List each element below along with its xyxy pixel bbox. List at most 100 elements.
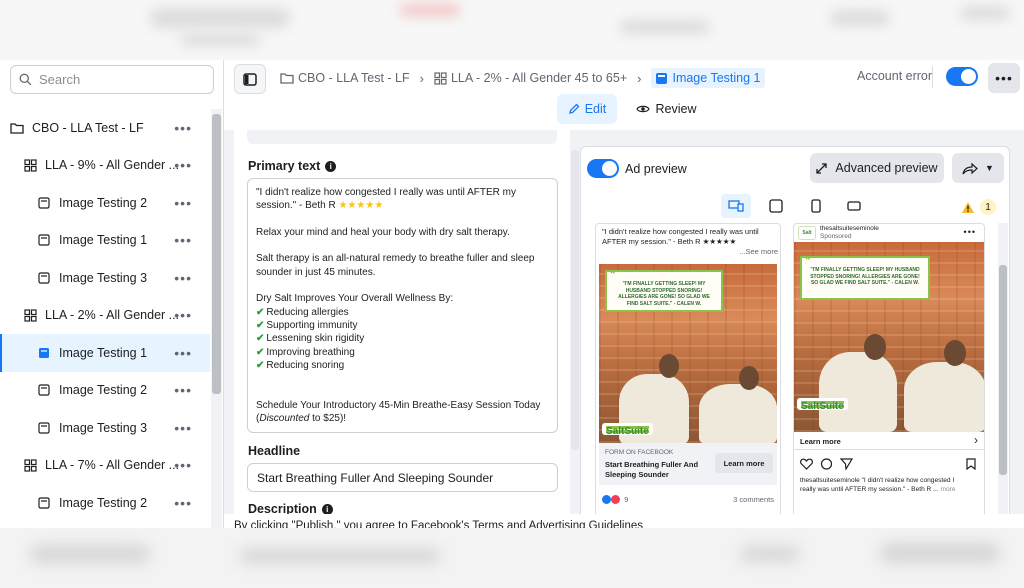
ad-icon xyxy=(37,496,51,510)
headline-value: Start Breathing Fuller And Sleeping Soun… xyxy=(257,470,494,485)
sidebar-item-ad[interactable]: Image Testing 3 ••• xyxy=(0,259,210,297)
ad-editor-panel: Primary text i "I didn't realize how con… xyxy=(234,130,570,528)
ig-account-name[interactable]: thesaltsuiteseminole xyxy=(820,225,879,233)
previous-field xyxy=(247,130,557,144)
text-line: Salt therapy is an all-natural remedy to… xyxy=(256,253,535,265)
facebook-feed-preview[interactable]: "I didn't realize how congested I really… xyxy=(595,223,781,527)
sidebar-item-adset[interactable]: LLA - 2% - All Gender ... ••• xyxy=(0,297,210,335)
more-link[interactable]: more xyxy=(941,486,956,493)
ad-image: “"I'M FINALLY GETTING SLEEP! MY HUSBAND … xyxy=(794,242,984,432)
link-bar[interactable]: FORM ON FACEBOOK Start Breathing Fuller … xyxy=(599,443,777,485)
scrollbar-thumb[interactable] xyxy=(999,265,1007,475)
testimonial-quote-box: “"I'M FINALLY GETTING SLEEP! MY HUSBAND … xyxy=(605,270,723,312)
advanced-preview-button[interactable]: Advanced preview xyxy=(810,153,944,183)
ad-on-off-toggle[interactable] xyxy=(946,67,978,86)
instagram-feed-preview[interactable]: Salt thesaltsuiteseminole Sponsored ••• … xyxy=(793,223,985,527)
ad-caption-line: "I didn't realize how congested I really… xyxy=(602,227,759,236)
heart-icon[interactable] xyxy=(800,458,813,470)
sidebar-item-ad[interactable]: Image Testing 2 ••• xyxy=(0,484,210,522)
comment-icon[interactable] xyxy=(820,458,833,470)
breadcrumb-campaign[interactable]: CBO - LLA Test - LF xyxy=(280,71,410,85)
folder-icon xyxy=(10,123,24,134)
sponsored-label: Sponsored xyxy=(820,233,852,240)
preview-scrollbar[interactable] xyxy=(998,223,1008,527)
more-icon[interactable]: ••• xyxy=(174,270,192,286)
testimonial-quote-box: “"I'M FINALLY GETTING SLEEP! MY HUSBAND … xyxy=(800,256,930,300)
campaign-tree-sidebar: Search CBO - LLA Test - LF ••• LLA - 9% - … xyxy=(0,60,224,528)
breadcrumb-ad[interactable]: Image Testing 1 xyxy=(651,68,765,88)
grid-icon xyxy=(23,309,37,322)
more-icon[interactable]: ••• xyxy=(174,195,192,211)
reactions-bar: 9 3 comments xyxy=(602,494,778,506)
avatar: Salt xyxy=(798,226,816,240)
review-label: Review xyxy=(655,102,697,116)
more-icon[interactable]: ••• xyxy=(174,382,192,398)
info-icon[interactable]: i xyxy=(321,503,333,515)
ad-icon xyxy=(37,421,51,435)
send-icon[interactable] xyxy=(840,458,853,470)
editor-scrollbar[interactable] xyxy=(570,130,580,528)
benefit-item: Reducing snoring xyxy=(266,359,345,371)
more-icon[interactable]: ••• xyxy=(174,495,192,511)
bookmark-icon[interactable] xyxy=(966,458,976,470)
more-icon[interactable]: ••• xyxy=(174,157,192,173)
ad-icon xyxy=(37,383,51,397)
see-more-link[interactable]: ...See more xyxy=(602,247,778,257)
learn-more-row[interactable]: Learn more › xyxy=(794,432,984,450)
more-icon[interactable]: ••• xyxy=(964,227,976,237)
sidebar-scrollbar[interactable] xyxy=(211,109,222,528)
breadcrumb-adset[interactable]: LLA - 2% - All Gender 45 to 65+ xyxy=(434,71,627,85)
search-input[interactable]: Search xyxy=(10,65,214,94)
sidebar-item-adset[interactable]: LLA - 9% - All Gender ... ••• xyxy=(0,147,210,185)
sidebar-item-ad[interactable]: Image Testing 1 ••• xyxy=(0,222,210,260)
sidebar-item-adset[interactable]: LLA - 7% - All Gender ... ••• xyxy=(0,447,210,485)
more-icon[interactable]: ••• xyxy=(174,307,192,323)
review-tab-button[interactable]: Review xyxy=(630,94,702,124)
info-icon[interactable]: i xyxy=(325,160,337,172)
sidebar-item-campaign[interactable]: CBO - LLA Test - LF ••• xyxy=(0,109,210,147)
more-icon[interactable]: ••• xyxy=(174,120,192,136)
more-icon[interactable]: ••• xyxy=(174,345,192,361)
more-icon[interactable]: ••• xyxy=(174,457,192,473)
scrollbar-thumb[interactable] xyxy=(212,114,221,394)
search-placeholder: Search xyxy=(39,72,81,87)
learn-more-button[interactable]: Learn more xyxy=(715,453,773,473)
sidebar-item-ad[interactable]: Image Testing 2 ••• xyxy=(0,372,210,410)
phone-icon xyxy=(811,199,821,213)
scrollbar-thumb[interactable] xyxy=(571,150,579,450)
blurred-footer xyxy=(0,528,1024,588)
benefit-item: Supporting immunity xyxy=(266,319,358,331)
ad-icon xyxy=(39,347,49,358)
more-options-button[interactable]: ••• xyxy=(988,63,1020,93)
sidebar-toggle-button[interactable] xyxy=(234,64,266,94)
more-icon[interactable]: ••• xyxy=(174,420,192,436)
edit-tab-button[interactable]: Edit xyxy=(557,94,617,124)
warnings-indicator[interactable]: 1 xyxy=(961,199,996,215)
headline-input[interactable]: Start Breathing Fuller And Sleeping Soun… xyxy=(247,463,558,492)
ad-icon xyxy=(37,346,51,360)
sidebar-item-ad[interactable]: Image Testing 1 ••• xyxy=(0,334,210,372)
mobile-button[interactable] xyxy=(801,194,831,218)
sidebar-item-label: Image Testing 2 xyxy=(59,383,148,398)
pencil-icon xyxy=(568,103,580,114)
star-rating: ★★★★★ xyxy=(338,200,384,212)
edit-label: Edit xyxy=(584,102,607,116)
sidebar-item-ad[interactable]: Image Testing 3 ••• xyxy=(0,409,210,447)
primary-text-field[interactable]: "I didn't realize how congested I really… xyxy=(247,178,558,433)
multi-device-button[interactable] xyxy=(721,194,751,218)
ad-icon xyxy=(37,233,51,247)
sidebar-item-ad[interactable]: Image Testing 2 ••• xyxy=(0,184,210,222)
quote-text: "I'M FINALLY GETTING SLEEP! MY HUSBAND S… xyxy=(810,267,920,286)
sidebar-item-label: LLA - 7% - All Gender ... xyxy=(45,458,180,473)
chevron-right-icon: › xyxy=(419,70,424,86)
ad-preview-toggle[interactable] xyxy=(587,159,619,178)
share-dropdown-button[interactable]: ▼ xyxy=(952,153,1004,183)
desktop-feed-button[interactable] xyxy=(761,194,791,218)
text-line: sounder in just 45 minutes. xyxy=(256,266,376,278)
card-headline: Sleeping Sounder xyxy=(605,470,669,479)
landscape-button[interactable] xyxy=(839,194,869,218)
account-status-text: Account error xyxy=(857,69,933,83)
comments-count[interactable]: 3 comments xyxy=(733,495,774,504)
grid-icon xyxy=(23,459,37,472)
more-icon[interactable]: ••• xyxy=(174,232,192,248)
